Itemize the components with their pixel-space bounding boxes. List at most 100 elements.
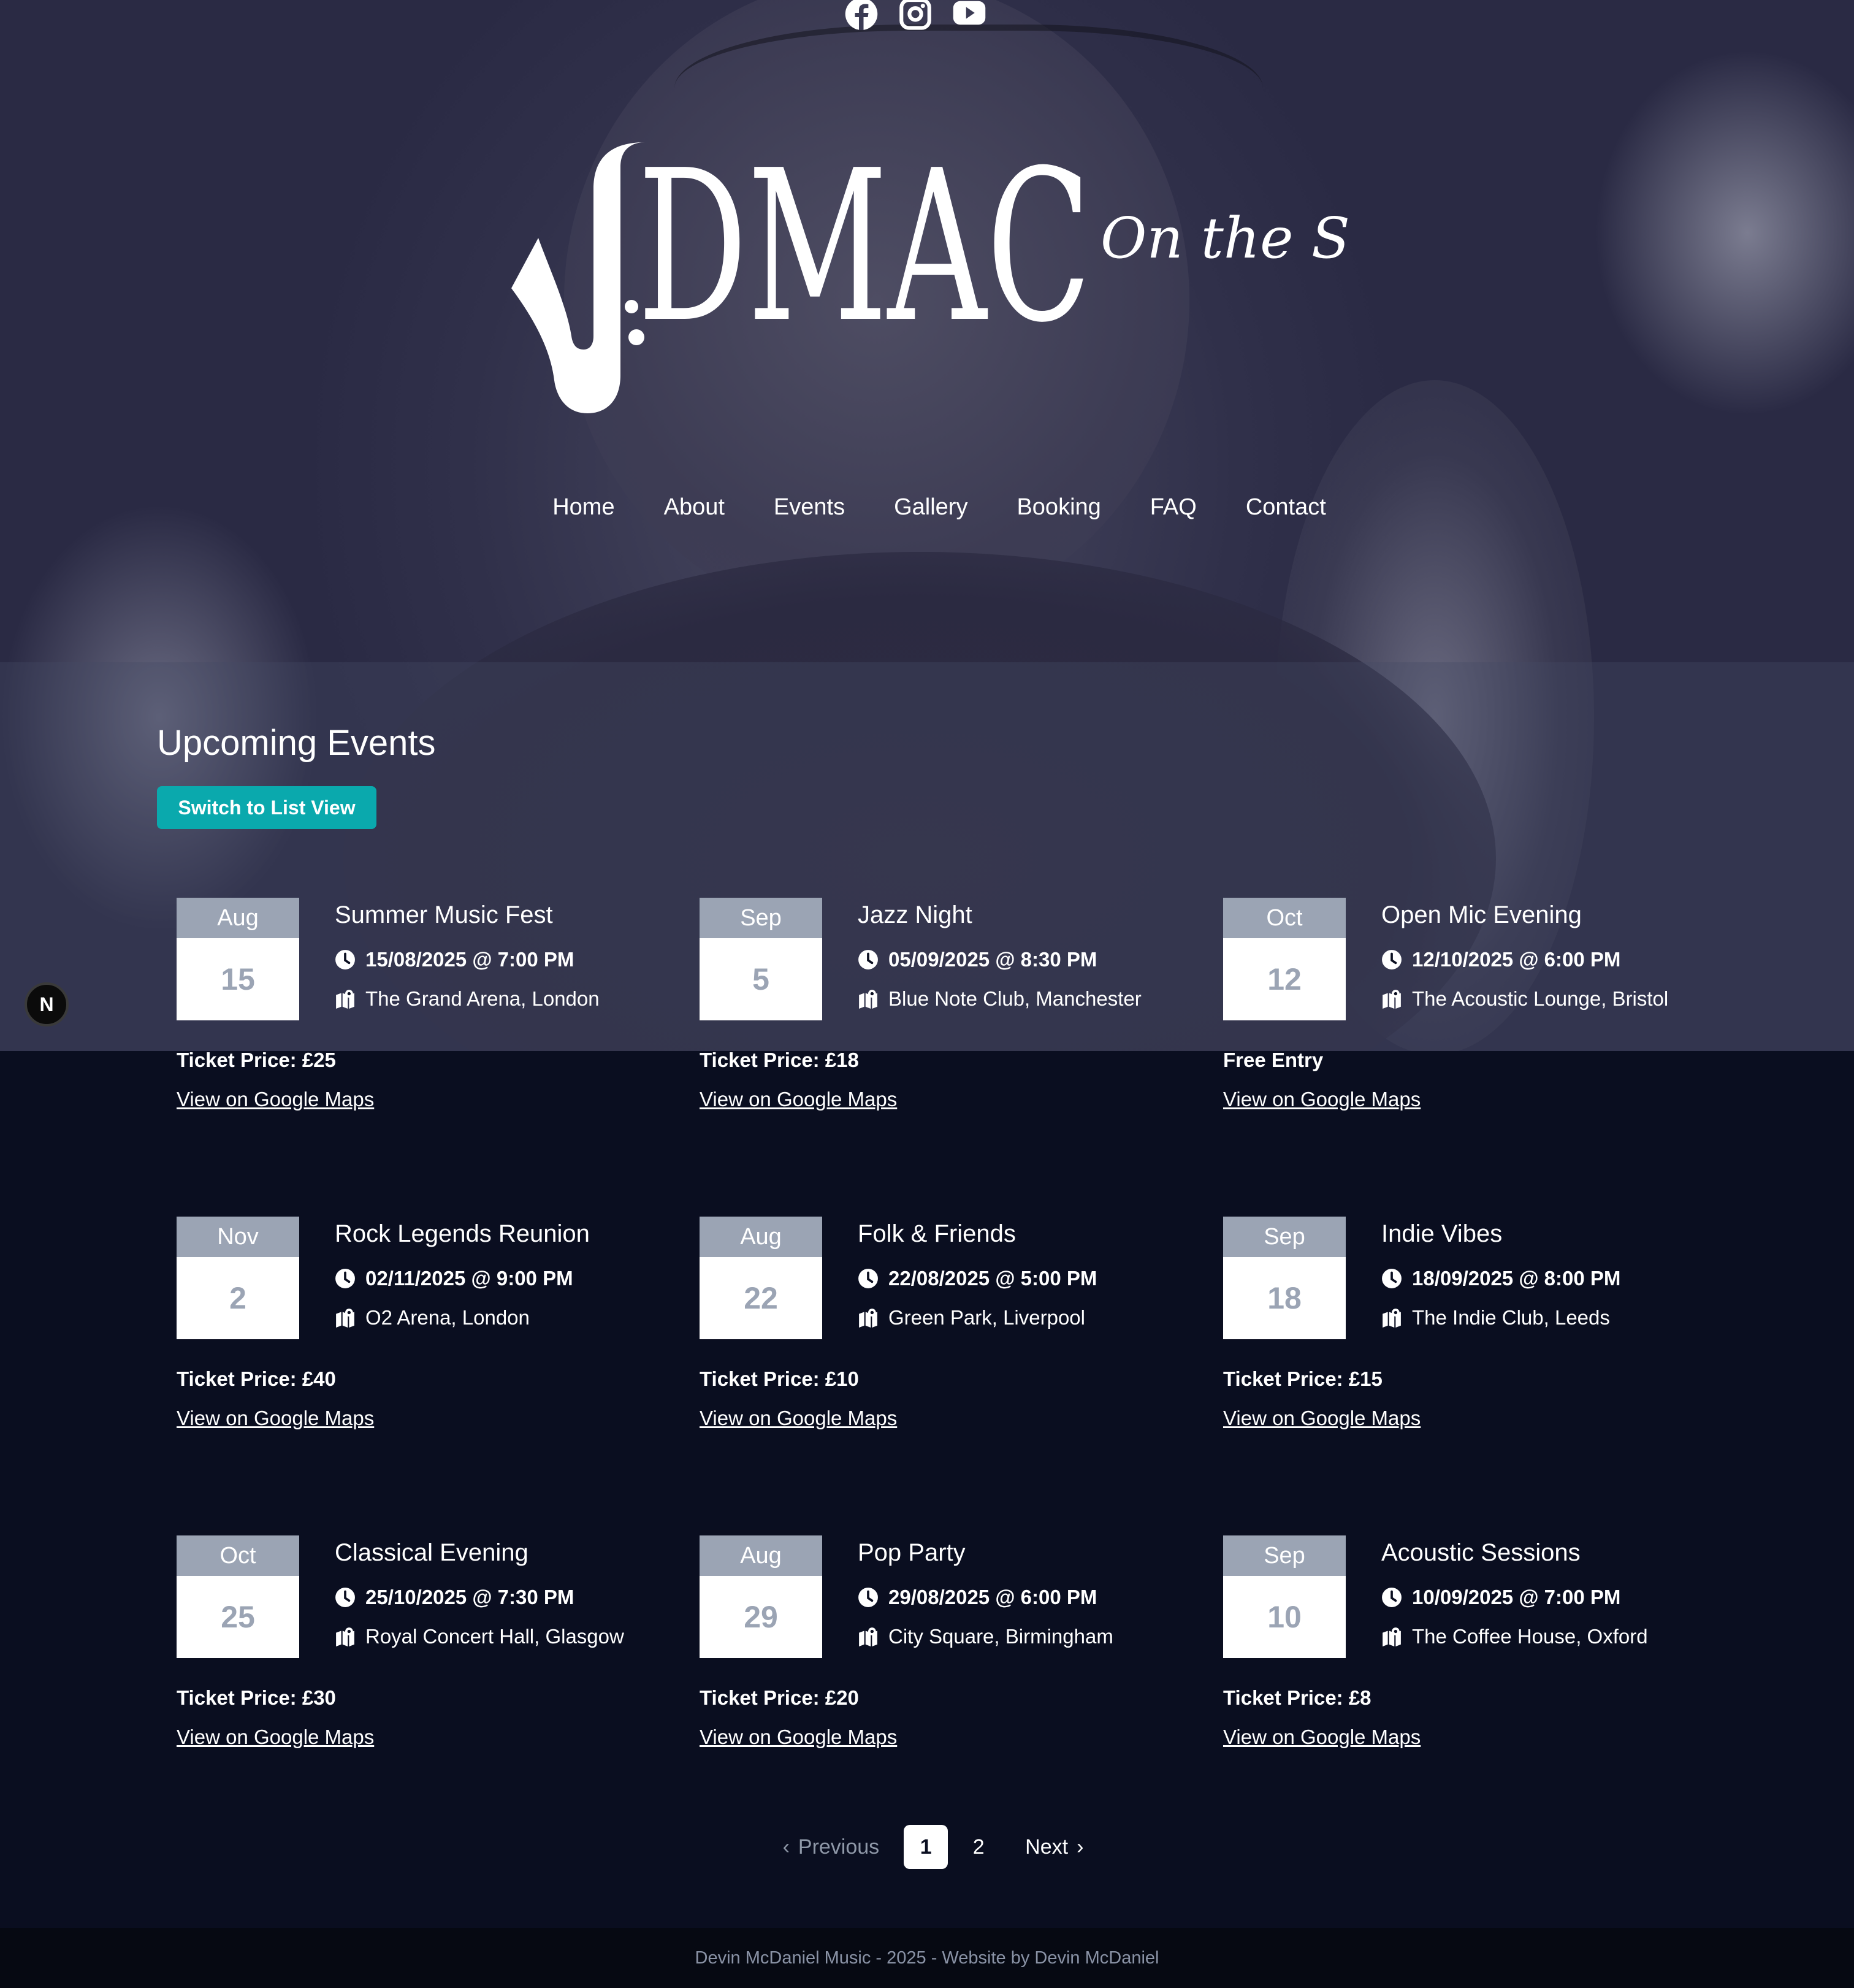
event-price: Ticket Price: £30 — [177, 1686, 336, 1709]
event-datetime: 29/08/2025 @ 6:00 PM — [888, 1586, 1097, 1608]
event-title: Classical Evening — [335, 1539, 528, 1566]
chevron-left-icon: ‹ — [782, 1835, 790, 1859]
event-card: Aug 29 Pop Party 29/08/2025 @ 6:00 PM Cit… — [700, 1535, 1202, 1768]
map-icon — [336, 1309, 354, 1328]
clock-icon — [335, 1588, 355, 1607]
event-title: Jazz Night — [858, 901, 972, 928]
clock-icon — [335, 950, 355, 969]
google-maps-link[interactable]: View on Google Maps — [177, 1726, 374, 1749]
event-day: 10 — [1267, 1600, 1302, 1634]
event-card: Oct 12 Open Mic Evening 12/10/2025 @ 6:00… — [1223, 898, 1726, 1131]
event-day: 29 — [744, 1600, 778, 1634]
event-price: Ticket Price: £18 — [700, 1049, 859, 1071]
event-datetime: 15/08/2025 @ 7:00 PM — [365, 948, 574, 971]
previous-label: Previous — [798, 1835, 880, 1859]
map-icon — [336, 1627, 354, 1646]
page-1-button[interactable]: 1 — [904, 1825, 948, 1869]
previous-page-button[interactable]: ‹ Previous — [783, 1835, 880, 1859]
date-badge: Sep 18 — [1223, 1217, 1346, 1339]
clock-icon — [858, 1588, 878, 1607]
event-price: Ticket Price: £20 — [700, 1686, 859, 1709]
clock-icon — [858, 950, 878, 969]
event-card: Sep 18 Indie Vibes 18/09/2025 @ 8:00 PM T… — [1223, 1217, 1726, 1450]
nav-contact[interactable]: Contact — [1246, 494, 1326, 521]
instagram-icon[interactable] — [895, 0, 936, 34]
event-card: Aug 15 Summer Music Fest 15/08/2025 @ 7:0… — [177, 898, 679, 1131]
youtube-icon[interactable] — [949, 0, 990, 34]
date-badge: Nov 2 — [177, 1217, 299, 1339]
nav-booking[interactable]: Booking — [1017, 494, 1101, 521]
switch-to-list-view-button[interactable]: Switch to List View — [157, 786, 376, 829]
event-datetime: 18/09/2025 @ 8:00 PM — [1412, 1267, 1621, 1290]
map-icon — [1383, 1309, 1401, 1328]
event-month: Aug — [700, 1217, 822, 1257]
social-links — [841, 0, 990, 34]
event-title: Pop Party — [858, 1539, 966, 1566]
event-datetime: 02/11/2025 @ 9:00 PM — [365, 1267, 573, 1290]
map-icon — [1383, 1627, 1401, 1646]
google-maps-link[interactable]: View on Google Maps — [1223, 1407, 1421, 1430]
event-day: 25 — [221, 1600, 255, 1634]
event-price: Ticket Price: £8 — [1223, 1686, 1371, 1709]
event-card: Aug 22 Folk & Friends 22/08/2025 @ 5:00 P… — [700, 1217, 1202, 1450]
event-datetime: 12/10/2025 @ 6:00 PM — [1412, 948, 1621, 971]
event-price: Ticket Price: £40 — [177, 1367, 336, 1390]
map-icon — [859, 1309, 877, 1328]
dev-tools-badge[interactable]: N — [25, 982, 69, 1026]
nav-faq[interactable]: FAQ — [1150, 494, 1197, 521]
google-maps-link[interactable]: View on Google Maps — [177, 1407, 374, 1430]
event-month: Aug — [177, 898, 299, 938]
nav-gallery[interactable]: Gallery — [894, 494, 967, 521]
nav-about[interactable]: About — [664, 494, 725, 521]
google-maps-link[interactable]: View on Google Maps — [1223, 1726, 1421, 1749]
logo-script-text: On the Sax — [1101, 205, 1349, 271]
clock-icon — [1382, 1269, 1402, 1288]
event-price: Free Entry — [1223, 1049, 1324, 1071]
date-badge: Aug 22 — [700, 1217, 822, 1339]
event-title: Summer Music Fest — [335, 901, 553, 928]
event-price: Ticket Price: £25 — [177, 1049, 336, 1071]
event-month: Nov — [177, 1217, 299, 1257]
event-day: 15 — [221, 962, 255, 996]
event-datetime: 22/08/2025 @ 5:00 PM — [888, 1267, 1097, 1290]
clock-icon — [1382, 1588, 1402, 1607]
next-page-button[interactable]: Next › — [1025, 1835, 1083, 1859]
event-datetime: 05/09/2025 @ 8:30 PM — [888, 948, 1097, 971]
facebook-icon[interactable] — [841, 0, 882, 34]
site-logo[interactable]: DMAC On the Sax — [509, 135, 1349, 417]
event-day: 22 — [744, 1281, 778, 1315]
pagination: ‹ Previous 1 2 Next › — [0, 1825, 1854, 1869]
events-heading: Upcoming Events — [157, 723, 436, 763]
event-price: Ticket Price: £10 — [700, 1367, 859, 1390]
google-maps-link[interactable]: View on Google Maps — [700, 1088, 897, 1111]
clock-icon — [1382, 950, 1402, 969]
event-datetime: 10/09/2025 @ 7:00 PM — [1412, 1586, 1621, 1608]
event-datetime: 25/10/2025 @ 7:30 PM — [365, 1586, 574, 1608]
event-card: Sep 5 Jazz Night 05/09/2025 @ 8:30 PM Blu… — [700, 898, 1202, 1131]
event-month: Aug — [700, 1535, 822, 1576]
event-month: Sep — [1223, 1217, 1346, 1257]
event-title: Open Mic Evening — [1381, 901, 1582, 928]
event-venue: The Grand Arena, London — [365, 987, 600, 1010]
event-venue: City Square, Birmingham — [888, 1625, 1113, 1648]
date-badge: Oct 25 — [177, 1535, 299, 1658]
event-day: 2 — [229, 1281, 246, 1315]
google-maps-link[interactable]: View on Google Maps — [177, 1088, 374, 1111]
event-day: 12 — [1267, 962, 1302, 996]
nav-home[interactable]: Home — [552, 494, 614, 521]
google-maps-link[interactable]: View on Google Maps — [700, 1407, 897, 1430]
clock-icon — [335, 1269, 355, 1288]
chevron-right-icon: › — [1077, 1835, 1084, 1859]
event-month: Oct — [1223, 898, 1346, 938]
event-card: Nov 2 Rock Legends Reunion 02/11/2025 @ 9… — [177, 1217, 679, 1450]
main-nav: Home About Events Gallery Booking FAQ Co… — [0, 494, 1854, 521]
event-title: Rock Legends Reunion — [335, 1220, 590, 1247]
page-2-button[interactable]: 2 — [956, 1825, 1001, 1869]
event-title: Folk & Friends — [858, 1220, 1016, 1247]
map-icon — [859, 1627, 877, 1646]
nav-events[interactable]: Events — [774, 494, 845, 521]
google-maps-link[interactable]: View on Google Maps — [1223, 1088, 1421, 1111]
google-maps-link[interactable]: View on Google Maps — [700, 1726, 897, 1749]
event-title: Acoustic Sessions — [1381, 1539, 1581, 1566]
event-venue: Royal Concert Hall, Glasgow — [365, 1625, 624, 1648]
